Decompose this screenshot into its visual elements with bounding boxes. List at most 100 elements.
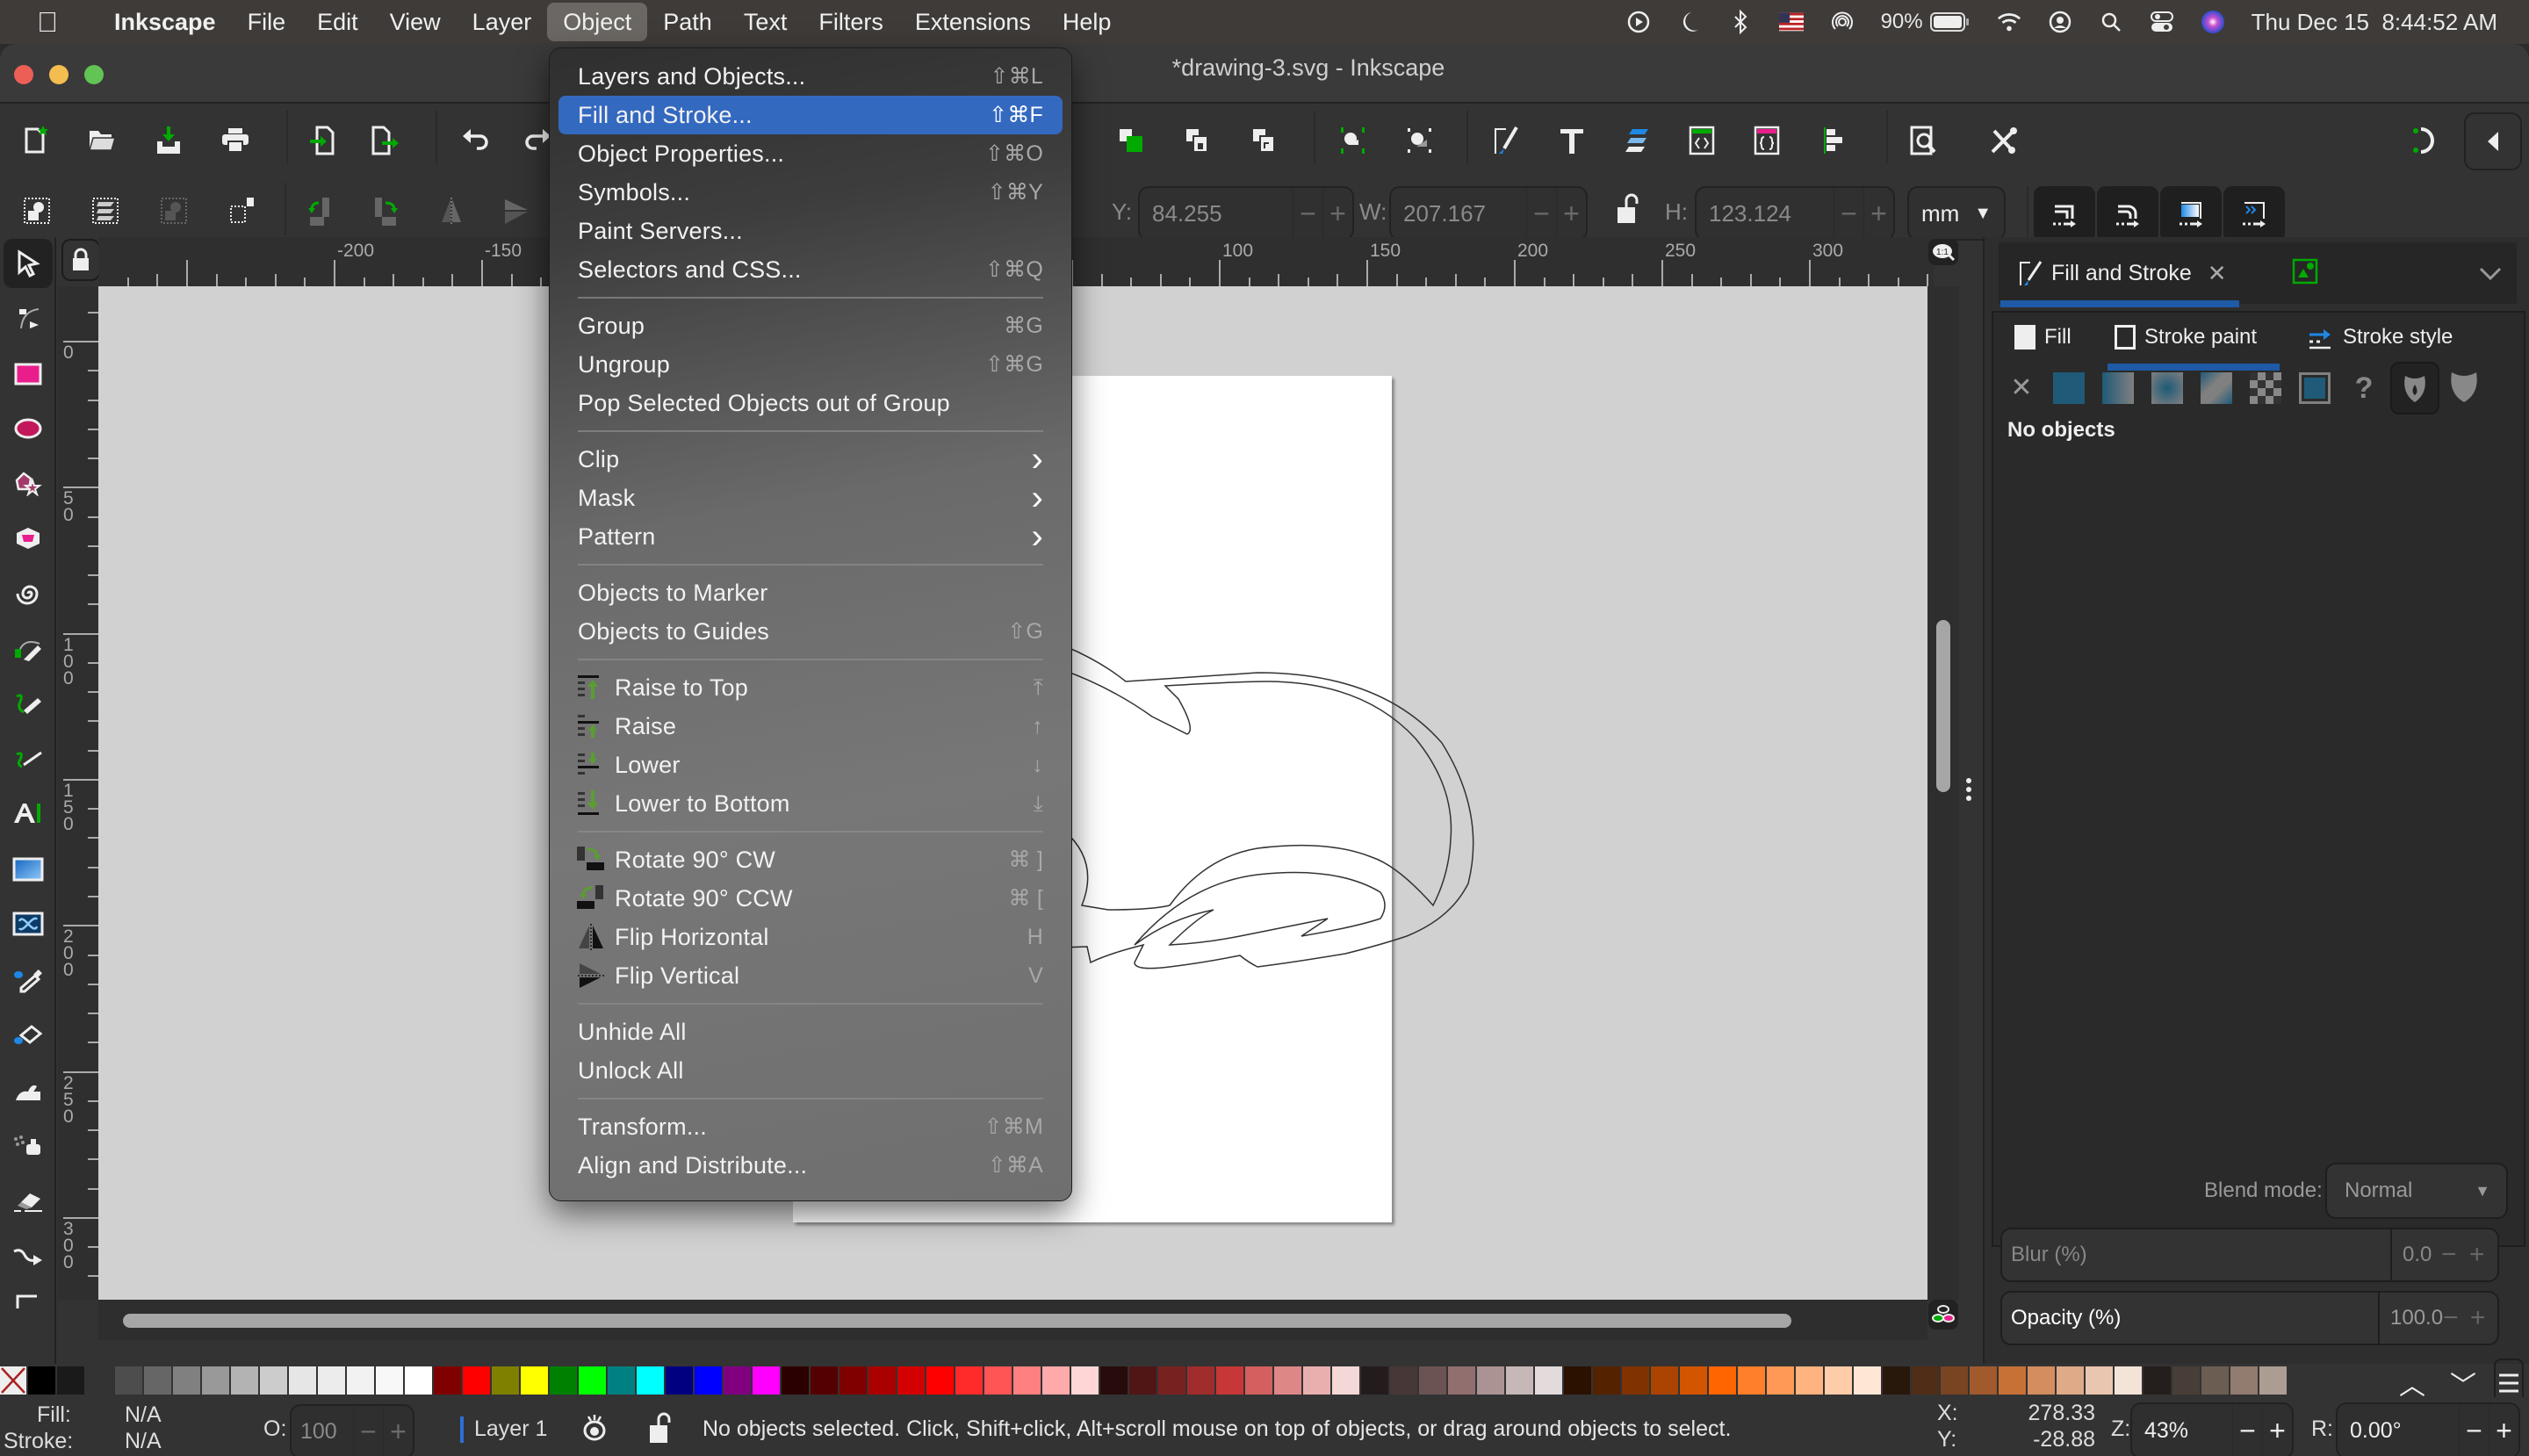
linear-gradient-icon[interactable]	[2102, 372, 2134, 404]
color-swatch[interactable]	[1941, 1366, 1968, 1395]
color-swatch[interactable]	[579, 1366, 606, 1395]
menu-item-unhide-all[interactable]: Unhide All	[558, 1013, 1063, 1051]
connector-tool-icon[interactable]	[4, 1231, 53, 1280]
color-swatch[interactable]	[1390, 1366, 1417, 1395]
status-opacity-value[interactable]: 100	[292, 1419, 353, 1445]
mesh-gradient-icon[interactable]	[2201, 372, 2232, 404]
spray-tool-icon[interactable]	[4, 1121, 53, 1170]
color-swatch[interactable]	[1158, 1366, 1185, 1395]
color-swatch[interactable]	[115, 1366, 142, 1395]
menu-filters[interactable]: Filters	[803, 3, 899, 41]
fill-value[interactable]: N/A	[125, 1402, 162, 1428]
h-increment[interactable]: +	[1863, 188, 1893, 239]
xml-editor-icon[interactable]	[1677, 116, 1726, 165]
color-swatch[interactable]	[1419, 1366, 1446, 1395]
color-swatch[interactable]	[2057, 1366, 2084, 1395]
subtab-stroke-style[interactable]: Stroke style	[2308, 311, 2453, 364]
search-icon[interactable]	[2099, 10, 2123, 34]
star-tool-icon[interactable]	[4, 458, 53, 508]
color-swatch[interactable]	[666, 1366, 693, 1395]
color-swatch[interactable]	[1216, 1366, 1243, 1395]
fill-rule-evenodd-icon[interactable]	[2390, 362, 2439, 414]
menu-text[interactable]: Text	[728, 3, 803, 41]
ungroup-icon[interactable]	[1394, 116, 1444, 165]
menu-item-raise-to-top[interactable]: Raise to Top ⤒	[558, 668, 1063, 707]
user-icon[interactable]	[2048, 10, 2072, 34]
color-swatch[interactable]	[2115, 1366, 2142, 1395]
no-color-swatch[interactable]	[0, 1366, 26, 1395]
layer-lock-icon[interactable]	[648, 1411, 671, 1451]
menu-item-flip-vertical[interactable]: Flip Vertical V	[558, 956, 1063, 995]
y-decrement[interactable]: −	[1293, 188, 1322, 239]
eraser-tool-icon[interactable]	[4, 1175, 53, 1224]
open-icon[interactable]	[77, 116, 126, 165]
w-increment[interactable]: +	[1556, 188, 1586, 239]
color-swatch[interactable]	[1071, 1366, 1099, 1395]
blur-slider[interactable]: Blur (%) 0.0 − +	[2000, 1228, 2499, 1282]
color-swatch[interactable]	[724, 1366, 751, 1395]
group-icon[interactable]	[1328, 116, 1377, 165]
color-swatch[interactable]	[2201, 1366, 2229, 1395]
node-tool-icon[interactable]	[4, 293, 53, 342]
swatch-icon[interactable]	[2299, 372, 2331, 404]
color-swatch[interactable]	[1535, 1366, 1562, 1395]
preferences-icon[interactable]	[1979, 116, 2028, 165]
menu-item-objects-to-guides[interactable]: Objects to Guides ⇧G	[558, 612, 1063, 651]
w-spinbox[interactable]: 207.167 − +	[1389, 186, 1588, 241]
layers-icon[interactable]	[1612, 116, 1661, 165]
color-swatch[interactable]	[376, 1366, 403, 1395]
color-swatch[interactable]	[868, 1366, 896, 1395]
color-swatch[interactable]	[1448, 1366, 1475, 1395]
ellipse-tool-icon[interactable]	[4, 404, 53, 453]
stroke-value[interactable]: N/A	[125, 1429, 162, 1454]
export-icon[interactable]	[360, 116, 409, 165]
color-swatch[interactable]	[811, 1366, 838, 1395]
flat-color-icon[interactable]	[2053, 372, 2085, 404]
color-swatch[interactable]	[1274, 1366, 1301, 1395]
opacity-slider[interactable]: Opacity (%) 100.0 − +	[2000, 1291, 2499, 1345]
tab-fill-and-stroke[interactable]: Fill and Stroke ✕	[2000, 246, 2239, 300]
color-swatch[interactable]	[1767, 1366, 1794, 1395]
rotate-cw-button[interactable]: +	[2489, 1404, 2518, 1456]
status-opacity-decrement[interactable]: −	[353, 1406, 383, 1456]
color-swatch[interactable]	[2144, 1366, 2171, 1395]
color-swatch[interactable]	[753, 1366, 780, 1395]
status-opacity-increment[interactable]: +	[383, 1406, 413, 1456]
color-swatch[interactable]	[2086, 1366, 2113, 1395]
menu-item-layers-and-objects[interactable]: Layers and Objects... ⇧⌘L	[558, 57, 1063, 96]
color-swatch[interactable]	[2172, 1366, 2200, 1395]
new-document-icon[interactable]	[11, 116, 60, 165]
gradient-tool-icon[interactable]	[4, 845, 53, 894]
current-layer-dropdown[interactable]: Layer 1	[474, 1416, 547, 1442]
menu-item-unlock-all[interactable]: Unlock All	[558, 1051, 1063, 1090]
color-swatch[interactable]	[86, 1366, 113, 1395]
color-swatch[interactable]	[405, 1366, 432, 1395]
color-swatch[interactable]	[289, 1366, 316, 1395]
mesh-tool-icon[interactable]	[4, 899, 53, 948]
color-swatch[interactable]	[1651, 1366, 1678, 1395]
menu-item-objects-to-marker[interactable]: Objects to Marker	[558, 573, 1063, 612]
apple-menu-icon[interactable]: 	[37, 6, 72, 39]
color-swatch[interactable]	[1361, 1366, 1388, 1395]
color-swatch[interactable]	[2230, 1366, 2258, 1395]
horizontal-scroll-thumb[interactable]	[123, 1314, 1791, 1328]
no-paint-icon[interactable]: ✕	[2006, 372, 2037, 404]
color-swatch[interactable]	[1825, 1366, 1852, 1395]
touch-select-icon[interactable]	[218, 186, 267, 235]
scale-stroke-icon[interactable]	[2034, 186, 2095, 242]
us-flag-icon[interactable]	[1778, 10, 1804, 34]
menu-item-group[interactable]: Group ⌘G	[558, 306, 1063, 345]
color-swatch[interactable]	[1680, 1366, 1707, 1395]
menu-layer[interactable]: Layer	[457, 3, 548, 41]
guide-lock-button[interactable]	[61, 239, 100, 281]
text-font-icon[interactable]	[1547, 116, 1596, 165]
color-swatch[interactable]	[434, 1366, 461, 1395]
color-swatch[interactable]	[897, 1366, 925, 1395]
color-swatch[interactable]	[1506, 1366, 1533, 1395]
horizontal-scrollbar[interactable]	[98, 1300, 1927, 1340]
subtab-fill[interactable]: Fill	[2014, 311, 2071, 364]
rotation-value[interactable]: 0.00°	[2338, 1418, 2459, 1444]
color-swatch[interactable]	[1738, 1366, 1765, 1395]
color-swatch[interactable]	[1709, 1366, 1736, 1395]
zoom-out-button[interactable]: −	[2232, 1404, 2262, 1456]
